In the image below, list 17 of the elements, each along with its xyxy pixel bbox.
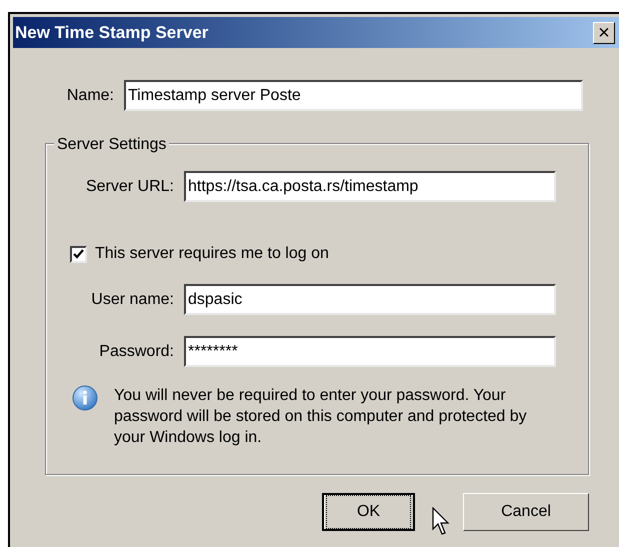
info-message: You will never be required to enter your password. Your password will be stored on this computer and protected by your Windows log in. [114,386,528,448]
dialog-button[interactable]: Cancel [463,493,589,531]
cursor-icon [432,507,452,537]
checkbox[interactable] [70,246,87,262]
input-field[interactable]: ******** [184,336,556,367]
input-field[interactable]: Timestamp server Poste [124,80,583,111]
input-field[interactable]: https://tsa.ca.posta.rs/timestamp [184,171,556,202]
dialog-button[interactable]: OK [322,493,415,531]
close-button[interactable]: × [593,22,615,44]
info-icon [72,385,98,411]
input-field[interactable]: dspasic [184,284,556,315]
window-title: New Time Stamp Server [15,22,208,44]
field-label: Server URL: [84,176,175,196]
checkbox-label: This server requires me to log on [95,244,329,264]
field-label: Password: [98,342,175,362]
field-label: User name: [90,290,175,310]
field-label: Name: [66,86,115,106]
